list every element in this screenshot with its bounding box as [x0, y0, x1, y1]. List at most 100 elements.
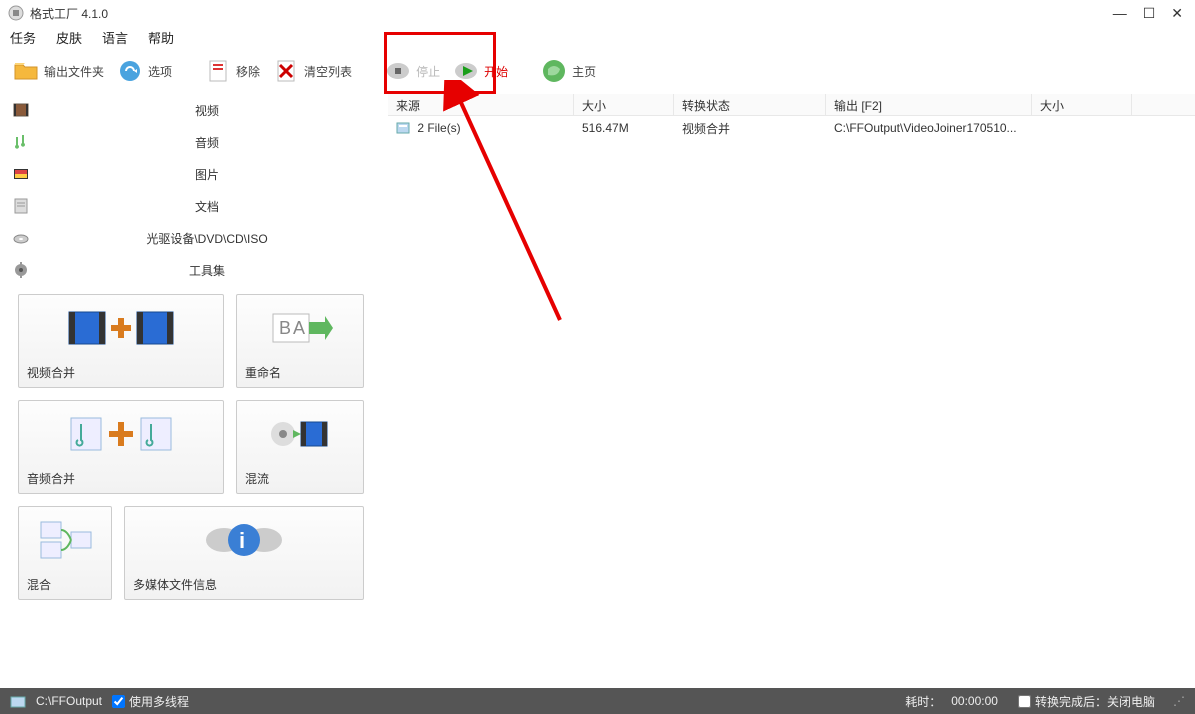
- clear-list-button[interactable]: 清空列表: [268, 55, 356, 87]
- cell-status: 视频合并: [674, 120, 826, 137]
- image-icon: [12, 165, 30, 183]
- app-icon: [8, 5, 24, 21]
- category-audio-label: 音频: [38, 134, 376, 151]
- menu-skin[interactable]: 皮肤: [56, 28, 82, 47]
- elapsed-value: 00:00:00: [951, 694, 998, 708]
- remove-button[interactable]: 移除: [200, 55, 264, 87]
- tool-audio-join-label: 音频合并: [19, 466, 223, 493]
- category-tools[interactable]: 工具集: [0, 254, 388, 286]
- col-size[interactable]: 大小: [574, 94, 674, 115]
- main-area: 视频 音频 图片 文档 光驱设备\DVD\CD\ISO 工具集: [0, 94, 1195, 688]
- rename-icon: BA: [237, 295, 363, 360]
- col-size2[interactable]: 大小: [1032, 94, 1132, 115]
- right-panel: 来源 大小 转换状态 输出 [F2] 大小 2 File(s) 516.47M …: [388, 94, 1195, 688]
- category-video-label: 视频: [38, 102, 376, 119]
- disc-icon: [12, 229, 30, 247]
- cell-output: C:\FFOutput\VideoJoiner170510...: [826, 121, 1032, 135]
- video-icon: [12, 101, 30, 119]
- menu-help[interactable]: 帮助: [148, 28, 174, 47]
- svg-text:A: A: [293, 318, 305, 338]
- tool-audio-join[interactable]: 音频合并: [18, 400, 224, 494]
- tool-mix[interactable]: 混合: [18, 506, 112, 600]
- multithread-label: 使用多线程: [129, 693, 189, 710]
- tool-rename[interactable]: BA 重命名: [236, 294, 364, 388]
- home-button[interactable]: 主页: [536, 55, 600, 87]
- clear-list-label: 清空列表: [304, 63, 352, 80]
- list-body: 2 File(s) 516.47M 视频合并 C:\FFOutput\Video…: [388, 116, 1195, 688]
- menu-language[interactable]: 语言: [102, 28, 128, 47]
- document-icon: [12, 197, 30, 215]
- category-tools-label: 工具集: [38, 262, 376, 279]
- after-input[interactable]: [1018, 695, 1031, 708]
- after-checkbox[interactable]: 转换完成后： 关闭电脑: [1018, 693, 1155, 710]
- menu-bar: 任务 皮肤 语言 帮助: [0, 26, 1195, 48]
- resize-grip[interactable]: ⋰: [1173, 694, 1185, 708]
- clear-icon: [272, 57, 300, 85]
- category-disc[interactable]: 光驱设备\DVD\CD\ISO: [0, 222, 388, 254]
- left-panel: 视频 音频 图片 文档 光驱设备\DVD\CD\ISO 工具集: [0, 94, 388, 688]
- after-label: 转换完成后：: [1035, 693, 1107, 710]
- close-button[interactable]: ✕: [1171, 5, 1183, 22]
- output-folder-button[interactable]: 输出文件夹: [8, 55, 108, 87]
- output-folder-label: 输出文件夹: [44, 63, 104, 80]
- tool-video-join[interactable]: 视频合并: [18, 294, 224, 388]
- list-header: 来源 大小 转换状态 输出 [F2] 大小: [388, 94, 1195, 116]
- stop-label: 停止: [416, 63, 440, 80]
- audio-join-icon: [19, 401, 223, 466]
- stop-icon: [384, 57, 412, 85]
- mux-icon: [237, 401, 363, 466]
- tool-rename-label: 重命名: [237, 360, 363, 387]
- tool-video-join-label: 视频合并: [19, 360, 223, 387]
- options-button[interactable]: 选项: [112, 55, 176, 87]
- minimize-button[interactable]: —: [1113, 5, 1127, 21]
- multithread-input[interactable]: [112, 695, 125, 708]
- media-info-icon: i: [125, 507, 363, 572]
- col-status[interactable]: 转换状态: [674, 94, 826, 115]
- category-audio[interactable]: 音频: [0, 126, 388, 158]
- folder-icon: [12, 57, 40, 85]
- output-path-icon[interactable]: [10, 694, 26, 708]
- home-label: 主页: [572, 63, 596, 80]
- cell-source-text: 2 File(s): [417, 121, 460, 135]
- window-title: 格式工厂 4.1.0: [30, 5, 1113, 22]
- svg-text:B: B: [279, 318, 291, 338]
- file-icon: [396, 121, 410, 135]
- category-disc-label: 光驱设备\DVD\CD\ISO: [38, 230, 376, 247]
- svg-text:i: i: [239, 528, 245, 553]
- options-icon: [116, 57, 144, 85]
- list-row[interactable]: 2 File(s) 516.47M 视频合并 C:\FFOutput\Video…: [388, 116, 1195, 140]
- stop-button[interactable]: 停止: [380, 55, 444, 87]
- start-button[interactable]: 开始: [448, 55, 512, 87]
- maximize-button[interactable]: ☐: [1143, 5, 1156, 22]
- window-controls: — ☐ ✕: [1113, 5, 1183, 22]
- remove-label: 移除: [236, 63, 260, 80]
- tool-mux-label: 混流: [237, 466, 363, 493]
- tool-mix-label: 混合: [19, 572, 111, 599]
- cell-size: 516.47M: [574, 121, 674, 135]
- tools-grid: 视频合并 BA 重命名 音频合并: [0, 286, 388, 608]
- menu-task[interactable]: 任务: [10, 28, 36, 47]
- remove-icon: [204, 57, 232, 85]
- col-source[interactable]: 来源: [388, 94, 574, 115]
- tool-media-info[interactable]: i 多媒体文件信息: [124, 506, 364, 600]
- output-path[interactable]: C:\FFOutput: [36, 694, 102, 708]
- col-output[interactable]: 输出 [F2]: [826, 94, 1032, 115]
- status-bar: C:\FFOutput 使用多线程 耗时： 00:00:00 转换完成后： 关闭…: [0, 688, 1195, 714]
- elapsed-label: 耗时：: [905, 693, 941, 710]
- title-bar: 格式工厂 4.1.0 — ☐ ✕: [0, 0, 1195, 26]
- after-value: 关闭电脑: [1107, 693, 1155, 710]
- tools-icon: [12, 261, 30, 279]
- audio-icon: [12, 133, 30, 151]
- start-label: 开始: [484, 63, 508, 80]
- category-video[interactable]: 视频: [0, 94, 388, 126]
- category-document-label: 文档: [38, 198, 376, 215]
- toolbar: 输出文件夹 选项 移除 清空列表 停止 开始 主页: [0, 48, 1195, 94]
- tool-mux[interactable]: 混流: [236, 400, 364, 494]
- mix-icon: [19, 507, 111, 572]
- category-document[interactable]: 文档: [0, 190, 388, 222]
- home-icon: [540, 57, 568, 85]
- start-icon: [452, 57, 480, 85]
- multithread-checkbox[interactable]: 使用多线程: [112, 693, 189, 710]
- category-image[interactable]: 图片: [0, 158, 388, 190]
- cell-source: 2 File(s): [388, 121, 574, 136]
